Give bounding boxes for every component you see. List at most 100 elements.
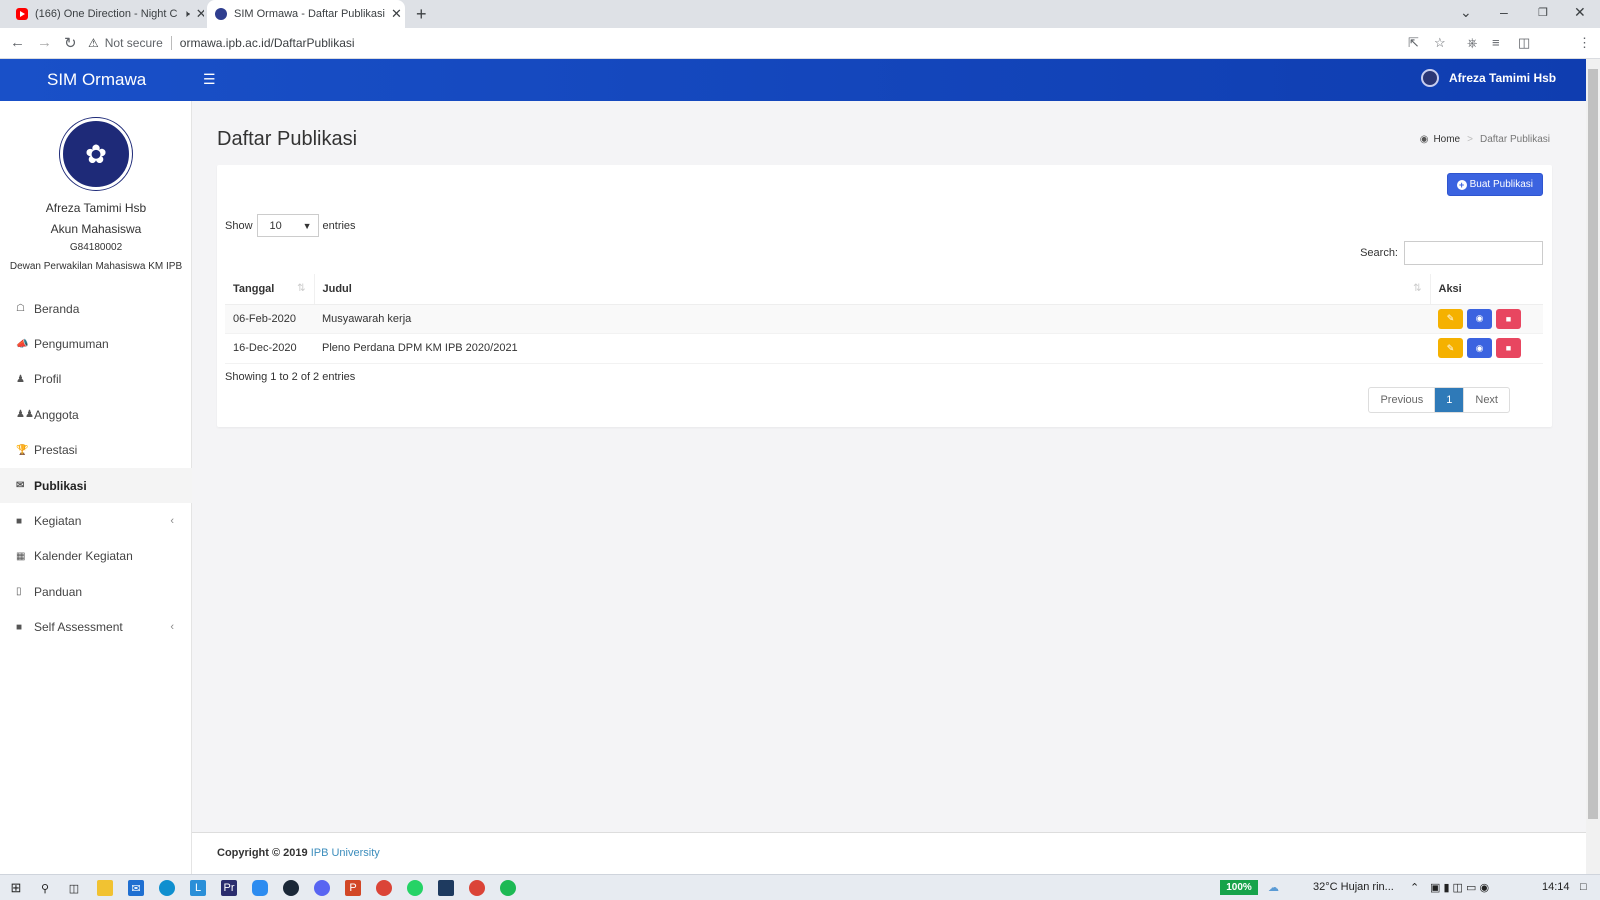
users-icon: ♟♟ xyxy=(16,409,34,421)
tray-icons[interactable]: ▣ ▮ ◫ ▭ ◉ xyxy=(1430,881,1489,894)
eye-icon: ◉ xyxy=(1475,313,1484,324)
sidebar-item-label: Beranda xyxy=(34,301,80,316)
tab-title: (166) One Direction - Night C xyxy=(35,8,178,20)
entries-select[interactable]: 10 ▼ xyxy=(256,214,319,237)
browser-tab-youtube[interactable]: (166) One Direction - Night C 🕨 ✕ xyxy=(8,0,204,28)
tray-chevron-icon[interactable]: ⌃ xyxy=(1410,881,1419,894)
user-icon: ♟ xyxy=(16,373,25,385)
menu-dots-icon[interactable]: ⋮ xyxy=(1578,35,1591,51)
cell-judul: Pleno Perdana DPM KM IPB 2020/2021 xyxy=(314,333,1430,364)
sidebar-item-label: Publikasi xyxy=(34,478,87,493)
reading-list-icon[interactable]: ≡ xyxy=(1492,35,1500,50)
discord-icon[interactable] xyxy=(314,880,330,896)
sidebar-item-publikasi[interactable]: ✉ Publikasi xyxy=(0,467,192,504)
delete-button[interactable]: ■ xyxy=(1496,338,1521,359)
delete-button[interactable]: ■ xyxy=(1496,308,1521,329)
chrome-active-icon[interactable] xyxy=(469,880,485,896)
battery-indicator[interactable]: 100% xyxy=(1220,880,1258,895)
publication-table: Tanggal ⇅ Judul ⇅ Aksi 06-Feb-2020 Musyawa… xyxy=(225,274,1543,364)
edit-button[interactable]: ✎ xyxy=(1438,338,1463,359)
chevron-left-icon: ‹ xyxy=(170,515,174,528)
column-header-tanggal[interactable]: Tanggal ⇅ xyxy=(225,274,315,305)
close-tab-icon[interactable]: ✕ xyxy=(385,6,402,22)
sidebar-item-panduan[interactable]: ▯ Panduan xyxy=(0,574,192,609)
reload-icon[interactable]: ↻ xyxy=(64,34,77,52)
bullhorn-icon: 📣 xyxy=(16,338,29,350)
mail-icon[interactable]: ✉ xyxy=(128,880,144,896)
notification-icon[interactable]: □ xyxy=(1580,881,1587,893)
sidebar-item-kegiatan[interactable]: ■ Kegiatan ‹ xyxy=(0,503,192,538)
trash-icon: ■ xyxy=(1505,313,1512,324)
sidebar-item-label: Self Assessment xyxy=(34,620,123,635)
sidebar-item-anggota[interactable]: ♟♟ Anggota xyxy=(0,397,192,432)
weather-text[interactable]: 32°C Hujan rin... xyxy=(1313,881,1394,893)
sidebar: ✿ Afreza Tamimi Hsb Akun Mahasiswa G8418… xyxy=(0,101,192,874)
tab-search-icon[interactable]: ⌄ xyxy=(1460,4,1472,21)
brand-title[interactable]: SIM Ormawa xyxy=(47,70,146,90)
search-icon[interactable]: ⚲ xyxy=(37,880,53,896)
entries-select-value: 10 xyxy=(269,219,282,232)
windows-start-icon[interactable]: ⊞ xyxy=(8,880,24,896)
breadcrumb-home[interactable]: Home xyxy=(1433,134,1460,145)
sidebar-item-beranda[interactable]: ☖ Beranda xyxy=(0,291,192,326)
spotify-icon[interactable] xyxy=(500,880,516,896)
close-window-icon[interactable]: ✕ xyxy=(1574,4,1586,21)
whatsapp-icon[interactable] xyxy=(407,880,423,896)
edge-icon[interactable] xyxy=(159,880,175,896)
close-tab-icon[interactable]: ✕ xyxy=(190,6,204,22)
page-scrollbar[interactable] xyxy=(1586,59,1600,874)
book-icon: ▯ xyxy=(16,586,22,598)
column-header-judul[interactable]: Judul ⇅ xyxy=(314,274,1431,305)
star-icon[interactable]: ☆ xyxy=(1434,35,1446,51)
minimize-icon[interactable]: – xyxy=(1500,4,1508,20)
warning-icon[interactable]: ⚠ xyxy=(88,36,99,50)
file-explorer-icon[interactable] xyxy=(97,880,113,896)
app-l-icon[interactable]: L xyxy=(190,880,206,896)
extensions-icon[interactable]: ⎈ xyxy=(1467,35,1477,51)
steam-icon[interactable] xyxy=(283,880,299,896)
footer-link[interactable]: IPB University xyxy=(311,847,380,859)
weather-icon[interactable]: ☁ xyxy=(1268,881,1279,894)
page-1-button[interactable]: 1 xyxy=(1435,388,1465,412)
hamburger-icon[interactable]: ☰ xyxy=(203,71,216,88)
restore-icon[interactable]: ❐ xyxy=(1538,6,1548,19)
view-button[interactable]: ◉ xyxy=(1467,338,1492,359)
clock[interactable]: 14:14 xyxy=(1542,881,1570,893)
table-search: Search: xyxy=(1360,241,1543,265)
sidebar-item-profil[interactable]: ♟ Profil xyxy=(0,362,192,397)
task-view-icon[interactable]: ◫ xyxy=(66,880,82,896)
breadcrumb-separator: > xyxy=(1467,134,1473,145)
publication-panel: + Buat Publikasi Show 10 ▼ entries Searc… xyxy=(217,165,1552,427)
previous-page-button[interactable]: Previous xyxy=(1369,388,1436,412)
back-icon[interactable]: ← xyxy=(10,34,25,51)
edit-button[interactable]: ✎ xyxy=(1438,308,1463,329)
scrollbar-thumb[interactable] xyxy=(1588,69,1598,819)
column-label: Tanggal xyxy=(233,282,275,295)
url-text[interactable]: ormawa.ipb.ac.id/DaftarPublikasi xyxy=(180,36,355,50)
premiere-icon[interactable]: Pr xyxy=(221,880,237,896)
forward-icon[interactable]: → xyxy=(37,34,52,51)
chrome-icon[interactable] xyxy=(376,880,392,896)
sidebar-item-self-assessment[interactable]: ■ Self Assessment ‹ xyxy=(0,610,192,645)
powerpoint-icon[interactable]: P xyxy=(345,880,361,896)
zoom-icon[interactable] xyxy=(252,880,268,896)
sidebar-item-pengumuman[interactable]: 📣 Pengumuman xyxy=(0,326,192,361)
sidebar-item-kalender[interactable]: ▦ Kalender Kegiatan xyxy=(0,539,192,574)
next-page-button[interactable]: Next xyxy=(1464,388,1509,412)
create-publication-button[interactable]: + Buat Publikasi xyxy=(1446,173,1543,196)
address-row: ← → ↻ ⚠ Not secure ormawa.ipb.ac.id/Daft… xyxy=(0,28,1600,80)
app-dark-icon[interactable] xyxy=(438,880,454,896)
cell-tanggal: 06-Feb-2020 xyxy=(225,304,314,334)
search-input[interactable] xyxy=(1404,241,1543,265)
security-label[interactable]: Not secure xyxy=(105,36,163,50)
side-panel-icon[interactable]: ◫ xyxy=(1518,35,1530,51)
view-button[interactable]: ◉ xyxy=(1467,308,1492,329)
browser-tab-active[interactable]: SIM Ormawa - Daftar Publikasi ✕ xyxy=(207,0,405,28)
omnibox[interactable]: ⚠ Not secure ormawa.ipb.ac.id/DaftarPubl… xyxy=(88,31,1468,55)
windows-taskbar: ⊞ ⚲ ◫ ✉ L Pr P 100% ☁ 32°C Hujan rin... … xyxy=(0,874,1600,900)
search-label: Search: xyxy=(1360,247,1398,259)
header-user-menu[interactable]: Afreza Tamimi Hsb xyxy=(1421,69,1556,87)
new-tab-icon[interactable]: + xyxy=(416,4,427,25)
sidebar-item-prestasi[interactable]: 🏆 Prestasi xyxy=(0,433,192,468)
share-icon[interactable]: ⇱ xyxy=(1408,35,1419,51)
